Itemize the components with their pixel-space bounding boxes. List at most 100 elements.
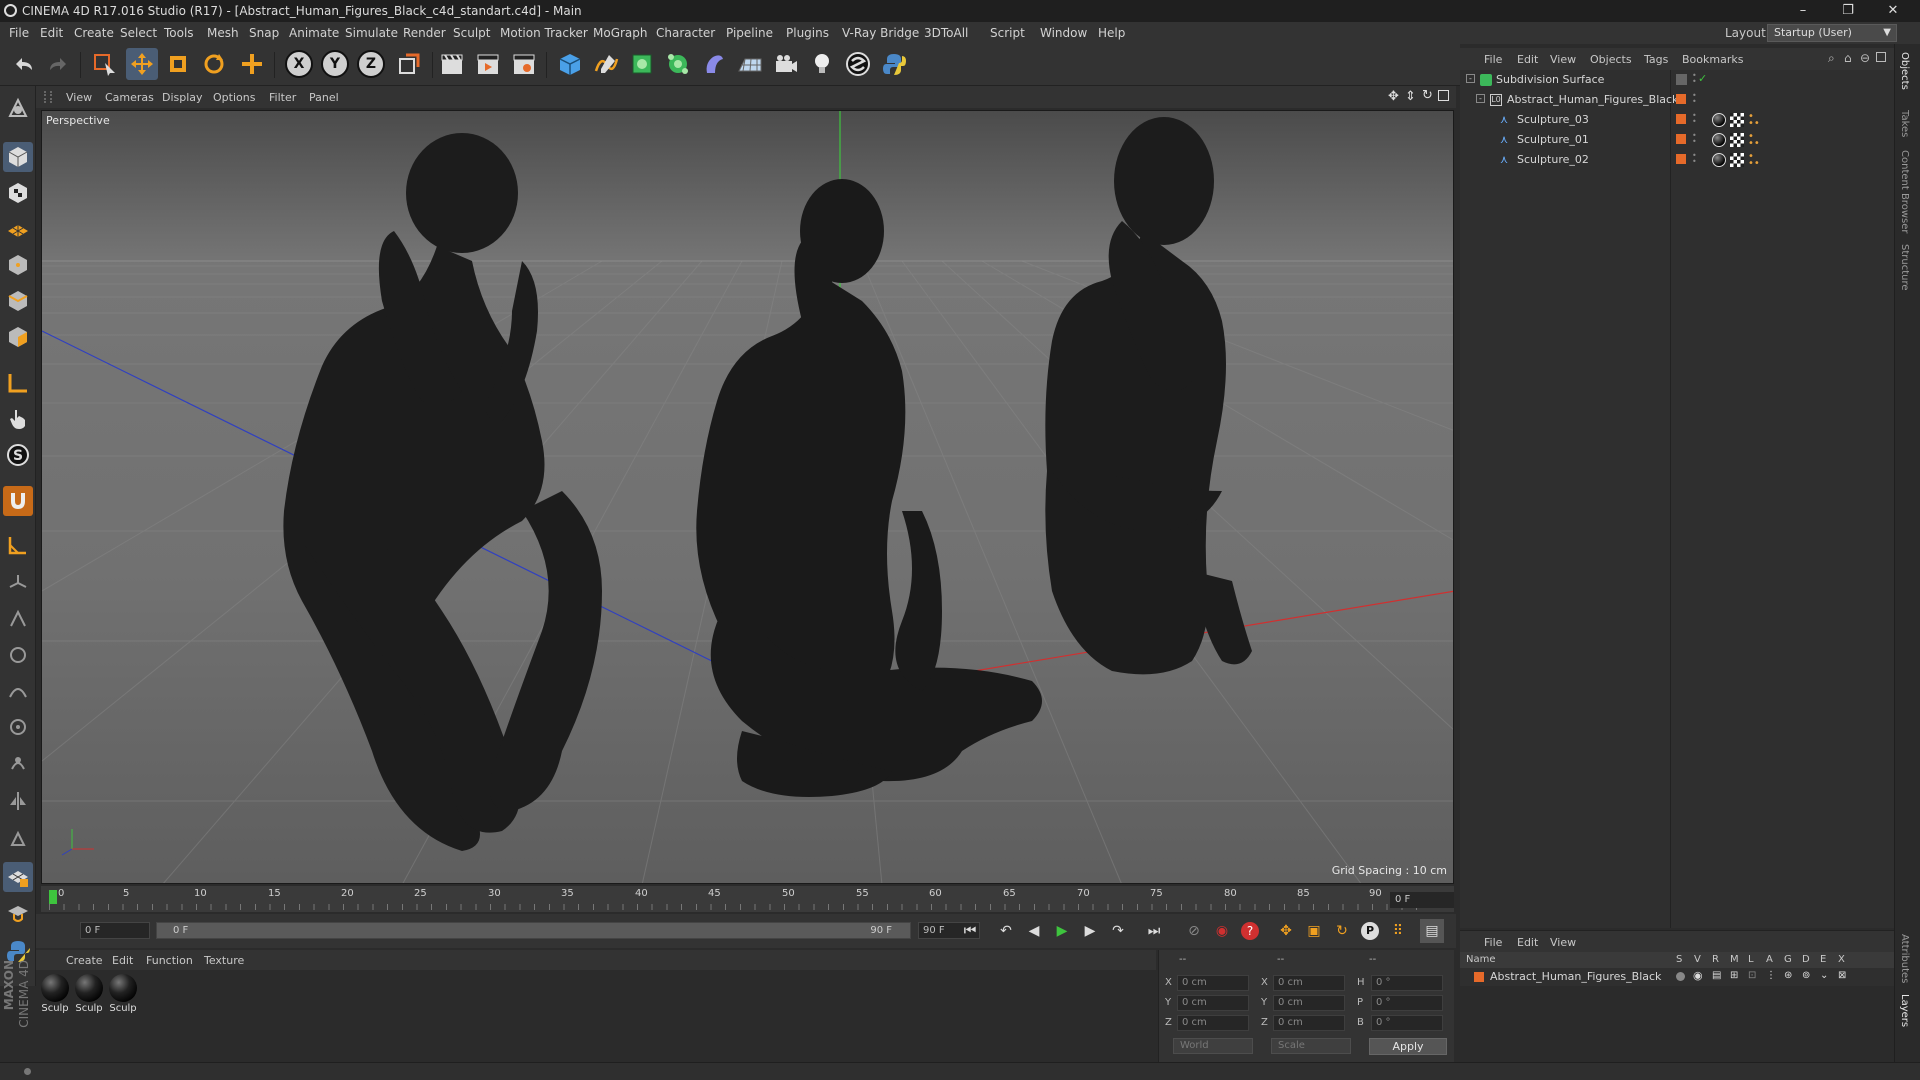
object-row[interactable]: ⋏ Sculpture_02 • • • •• — [1460, 150, 1894, 170]
current-frame-field[interactable]: 0 F — [1390, 892, 1454, 908]
column-name[interactable]: Name — [1466, 954, 1496, 965]
layer-menu-file[interactable]: File — [1484, 936, 1502, 949]
mirror-tool-button[interactable] — [3, 786, 33, 816]
menu-help[interactable]: Help — [1098, 26, 1125, 40]
collapse-icon[interactable]: - — [1476, 94, 1485, 103]
column-generators[interactable]: G — [1784, 954, 1792, 965]
z-axis-lock-button[interactable]: Z — [357, 50, 385, 78]
viewport-rotate-icon[interactable]: ↻ — [1422, 88, 1433, 103]
object-row[interactable]: ⋏ Sculpture_03 • • • •• — [1460, 110, 1894, 130]
size-z-field[interactable]: 0 cm — [1273, 1015, 1345, 1031]
collapse-icon[interactable]: - — [1466, 74, 1475, 83]
position-x-field[interactable]: 0 cm — [1177, 975, 1249, 991]
material-tag-icon[interactable] — [1712, 133, 1726, 147]
edges-mode-button[interactable] — [3, 286, 33, 316]
layer-color-swatch[interactable] — [1676, 94, 1686, 104]
viewport-menu-panel[interactable]: Panel — [309, 91, 339, 104]
tab-layers[interactable]: Layers — [1899, 994, 1910, 1027]
object-row[interactable]: - L0 Abstract_Human_Figures_Black • • — [1460, 90, 1894, 110]
add-camera-button[interactable] — [770, 48, 802, 80]
object-menu-edit[interactable]: Edit — [1517, 53, 1538, 66]
animation-film-icon[interactable]: ⋮ — [1766, 970, 1776, 981]
column-locked[interactable]: L — [1748, 954, 1754, 965]
menu-vray-bridge[interactable]: V-Ray Bridge — [842, 26, 919, 40]
expression-icon[interactable]: ⌄ — [1820, 970, 1828, 981]
viewport-maximize-icon[interactable] — [1438, 90, 1449, 101]
render-settings-button[interactable] — [508, 48, 540, 80]
menu-motion-tracker[interactable]: Motion Tracker — [500, 26, 588, 40]
tab-objects[interactable]: Objects — [1899, 52, 1910, 90]
column-deformers[interactable]: D — [1802, 954, 1810, 965]
visibility-dots-icon[interactable]: • • — [1692, 112, 1698, 127]
move-button[interactable] — [126, 48, 158, 80]
x-axis-lock-button[interactable]: X — [285, 50, 313, 78]
rotation-b-field[interactable]: 0 ° — [1371, 1015, 1443, 1031]
coordinate-system-dropdown[interactable]: World — [1173, 1038, 1253, 1054]
object-menu-tags[interactable]: Tags — [1644, 53, 1668, 66]
layer-swatch-empty[interactable] — [1676, 74, 1687, 85]
add-array-button[interactable] — [662, 48, 694, 80]
previous-frame-button[interactable]: ◀ — [1022, 919, 1046, 943]
object-menu-file[interactable]: File — [1484, 53, 1502, 66]
viewport-drag-handle[interactable] — [44, 91, 52, 103]
points-mode-button[interactable] — [3, 250, 33, 280]
enabled-check-icon[interactable]: ✓ — [1698, 72, 1707, 85]
tab-attributes[interactable]: Attributes — [1899, 934, 1910, 983]
start-frame-field[interactable]: 0 F — [80, 922, 150, 939]
floor-magnet-button[interactable] — [3, 898, 33, 928]
uvw-tag-icon[interactable] — [1730, 153, 1744, 167]
layer-color-swatch[interactable] — [1676, 134, 1686, 144]
column-render[interactable]: R — [1712, 954, 1719, 965]
layer-menu-edit[interactable]: Edit — [1517, 936, 1538, 949]
menu-simulate[interactable]: Simulate — [345, 26, 398, 40]
autokey-button[interactable]: ◉ — [1210, 919, 1234, 943]
material-tag-icon[interactable] — [1712, 153, 1726, 167]
column-xref[interactable]: X — [1838, 954, 1845, 965]
column-expressions[interactable]: E — [1820, 954, 1826, 965]
rotate-modifier-button[interactable] — [3, 640, 33, 670]
add-subdivision-button[interactable] — [626, 48, 658, 80]
magnet-button[interactable] — [3, 486, 33, 516]
object-menu-view[interactable]: View — [1550, 53, 1576, 66]
axis-mode-button[interactable] — [3, 368, 33, 398]
layer-color-swatch[interactable] — [1676, 114, 1686, 124]
snap-button[interactable]: S — [3, 440, 33, 470]
column-animation[interactable]: A — [1766, 954, 1773, 965]
viewport-pan-icon[interactable]: ✥ — [1388, 89, 1399, 104]
object-menu-bookmarks[interactable]: Bookmarks — [1682, 53, 1743, 66]
object-menu-objects[interactable]: Objects — [1590, 53, 1632, 66]
close-button[interactable]: ✕ — [1878, 2, 1908, 20]
axis-modifier-button[interactable] — [3, 604, 33, 634]
position-key-button[interactable]: ✥ — [1274, 919, 1298, 943]
menu-plugins[interactable]: Plugins — [786, 26, 829, 40]
tab-content-browser[interactable]: Content Browser — [1899, 150, 1910, 233]
column-manager[interactable]: M — [1730, 954, 1739, 965]
layer-color-swatch[interactable] — [1474, 972, 1484, 982]
vray-button[interactable] — [842, 48, 874, 80]
solo-toggle[interactable] — [1676, 972, 1685, 981]
menu-snap[interactable]: Snap — [249, 26, 279, 40]
play-button[interactable]: ▶ — [1050, 919, 1074, 943]
menu-character[interactable]: Character — [656, 26, 715, 40]
menu-mesh[interactable]: Mesh — [207, 26, 239, 40]
expand-panel-icon[interactable] — [1876, 52, 1886, 62]
menu-create[interactable]: Create — [74, 26, 114, 40]
size-y-field[interactable]: 0 cm — [1273, 995, 1345, 1011]
column-solo[interactable]: S — [1676, 954, 1682, 965]
weight-tool-button[interactable] — [3, 824, 33, 854]
live-selection-button[interactable] — [88, 48, 120, 80]
undo-button[interactable] — [8, 48, 40, 80]
add-light-button[interactable] — [806, 48, 838, 80]
parameter-key-button[interactable]: P — [1358, 919, 1382, 943]
menu-file[interactable]: File — [9, 26, 29, 40]
object-row[interactable]: ⋏ Sculpture_01 • • • •• — [1460, 130, 1894, 150]
menu-render[interactable]: Render — [403, 26, 446, 40]
visibility-dots-icon[interactable]: • • — [1692, 92, 1698, 107]
viewport-menu-display[interactable]: Display — [162, 91, 203, 104]
layer-color-swatch[interactable] — [1676, 154, 1686, 164]
tweak-mode-button[interactable] — [3, 404, 33, 434]
keyframe-selection-button[interactable]: ? — [1238, 919, 1262, 943]
go-to-end-button[interactable]: ⏭ — [1142, 919, 1166, 943]
material-menu-create[interactable]: Create — [66, 954, 103, 967]
frame-range-slider[interactable]: 0 F 90 F — [156, 922, 911, 939]
